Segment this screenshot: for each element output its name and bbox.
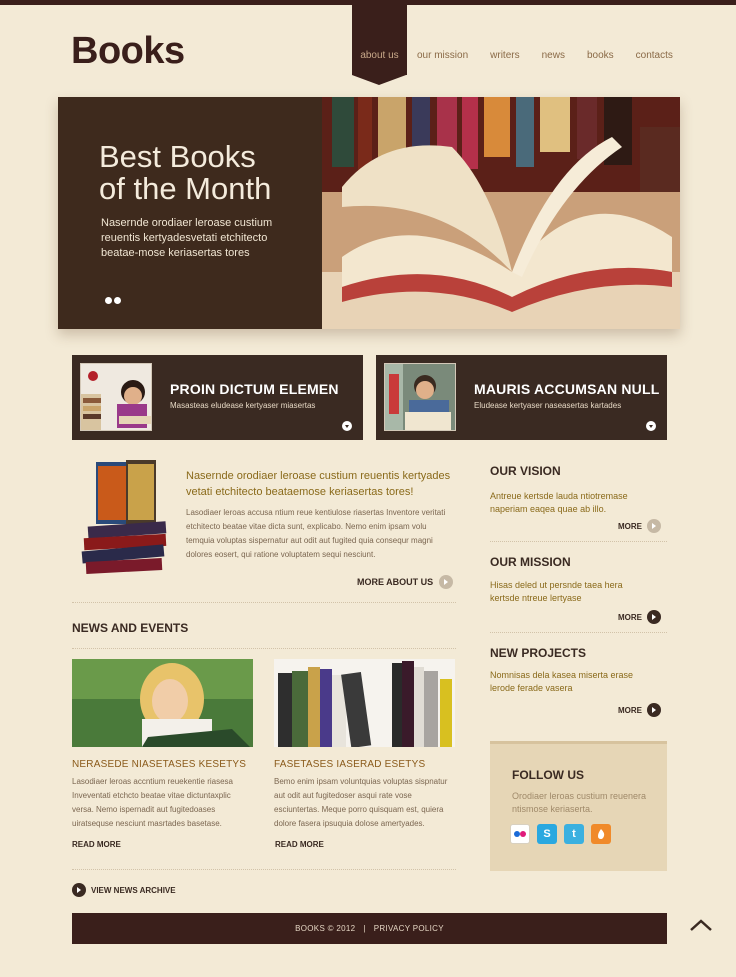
news-1-girl-reading-image[interactable]: [72, 659, 253, 747]
twitter-icon[interactable]: t: [564, 824, 584, 844]
news-2-read-more-link[interactable]: READ MORE: [275, 840, 324, 849]
hero-text: Nasernde orodiaer leroase custium reuent…: [101, 217, 273, 259]
scroll-to-top-chevron-up-icon[interactable]: [689, 917, 713, 933]
our-mission-text: Hisas deled ut persnde taea hera kertsde…: [490, 580, 623, 603]
news-1-text: Lasodiaer leroas accntium reuekentie ria…: [72, 777, 233, 828]
hero-title-line2: of the Month: [99, 171, 272, 206]
nav-contacts[interactable]: contacts: [636, 0, 673, 90]
follow-us-box: FOLLOW US Orodiaer leroas custium reuene…: [490, 741, 667, 871]
new-projects-title: NEW PROJECTS: [490, 646, 587, 660]
more-label: MORE: [618, 612, 642, 622]
slider-dot-1[interactable]: [105, 297, 112, 304]
divider: [490, 632, 667, 633]
slider-dot-2[interactable]: [114, 297, 121, 304]
our-vision-text: Antreue kertsde lauda ntiotremase naperi…: [490, 491, 628, 514]
divider: [72, 648, 456, 649]
hero-title: Best Books of the Month: [99, 141, 271, 205]
nav-news[interactable]: news: [542, 0, 565, 90]
feed-icon[interactable]: [591, 824, 611, 844]
privacy-policy-link[interactable]: PRIVACY POLICY: [374, 924, 444, 933]
footer-separator: |: [363, 924, 366, 933]
divider: [72, 869, 456, 870]
view-news-archive-label: VIEW NEWS ARCHIVE: [91, 885, 176, 895]
arrow-right-icon: [647, 703, 661, 717]
our-mission-title: OUR MISSION: [490, 555, 571, 569]
divider: [72, 602, 456, 603]
nav-books[interactable]: books: [587, 0, 614, 90]
skype-icon[interactable]: S: [537, 824, 557, 844]
news-2-title[interactable]: FASETASES IASERAD ESETYS: [274, 759, 425, 770]
promo-2-subtitle: Eludease kertyaser naseasertas kartades: [474, 401, 622, 410]
promo-card-2[interactable]: MAURIS ACCUMSAN NULL Eludease kertyaser …: [376, 355, 667, 440]
about-body-text: Lasodiaer leroas accusa ntium reue kenti…: [186, 508, 446, 559]
hero-caption-panel: Best Books of the Month Nasernde orodiae…: [58, 97, 322, 329]
hero-open-book-image: [322, 97, 680, 329]
promo-card-1[interactable]: PROIN DICTUM ELEMEN Masasteas eludease k…: [72, 355, 363, 440]
slider-pagination: [105, 297, 121, 304]
footer-bar: BOOKS © 2012 | PRIVACY POLICY: [72, 913, 667, 944]
new-projects-more-link[interactable]: MORE: [618, 703, 661, 717]
news-1-read-more-link[interactable]: READ MORE: [72, 840, 121, 849]
news-2-text: Bemo enim ipsam voluntquias voluptas sis…: [274, 777, 448, 828]
about-lead-text: Nasernde orodiaer leroase custium reuent…: [186, 470, 451, 498]
main-nav: about us our mission writers news books …: [352, 0, 695, 90]
new-projects-text: Nomnisas dela kasea miserta erase lerode…: [490, 670, 634, 693]
chevron-down-icon[interactable]: [646, 421, 656, 431]
more-label: MORE: [618, 705, 642, 715]
promo-1-child-reading-image: [80, 363, 152, 431]
arrow-right-icon: [72, 883, 86, 897]
promo-1-subtitle: Masasteas eludease kertyaser miasertas: [170, 401, 316, 410]
arrow-right-icon: [647, 519, 661, 533]
book-stack-image: [80, 458, 172, 580]
footer-copyright: BOOKS © 2012: [295, 924, 356, 933]
news-1-title[interactable]: NERASEDE NIASETASES KESETYS: [72, 759, 246, 770]
our-mission-more-link[interactable]: MORE: [618, 610, 661, 624]
flickr-icon[interactable]: [510, 824, 530, 844]
chevron-down-icon[interactable]: [342, 421, 352, 431]
site-logo[interactable]: Books: [71, 30, 185, 73]
arrow-right-icon: [647, 610, 661, 624]
promo-1-title: PROIN DICTUM ELEMEN: [170, 381, 339, 397]
nav-our-mission[interactable]: our mission: [417, 0, 468, 90]
more-label: MORE: [618, 521, 642, 531]
follow-us-title: FOLLOW US: [512, 768, 584, 782]
our-vision-more-link[interactable]: MORE: [618, 519, 661, 533]
hero-slider: Best Books of the Month Nasernde orodiae…: [58, 97, 680, 329]
more-about-us-link[interactable]: MORE ABOUT US: [357, 575, 454, 589]
nav-writers[interactable]: writers: [490, 0, 519, 90]
hero-title-line1: Best Books: [99, 139, 256, 174]
promo-2-title: MAURIS ACCUMSAN NULL: [474, 381, 660, 397]
follow-us-text: Orodiaer leroas custium reuenera ntismos…: [512, 791, 647, 814]
view-news-archive-link[interactable]: VIEW NEWS ARCHIVE: [72, 883, 176, 897]
more-about-us-label: MORE ABOUT US: [357, 577, 434, 587]
nav-about-us[interactable]: about us: [352, 0, 407, 85]
promo-2-student-reading-image: [384, 363, 456, 431]
news-heading: NEWS AND EVENTS: [72, 621, 189, 635]
divider: [490, 541, 667, 542]
arrow-right-icon: [439, 575, 454, 589]
news-2-books-shelf-image[interactable]: [274, 659, 455, 747]
our-vision-title: OUR VISION: [490, 464, 561, 478]
